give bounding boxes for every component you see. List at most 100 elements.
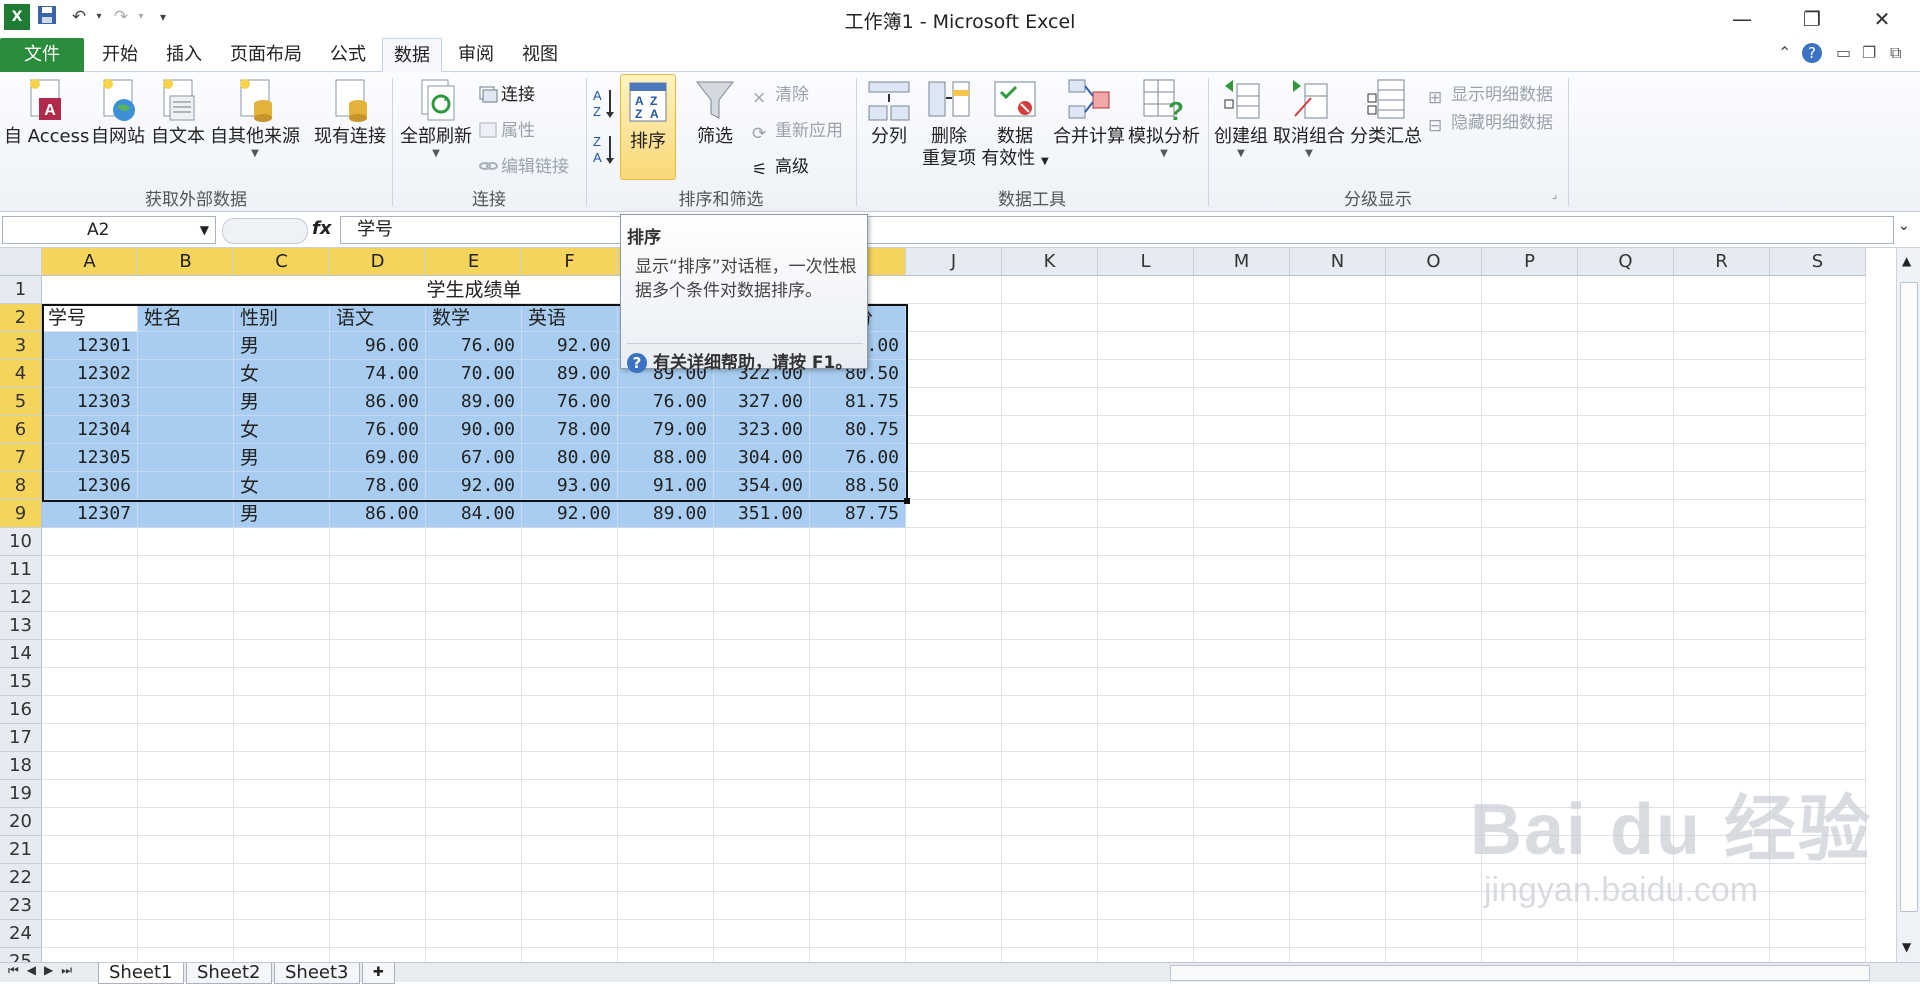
table-cell[interactable]: 88.00 xyxy=(618,444,714,472)
empty-cell[interactable] xyxy=(138,808,234,836)
empty-cell[interactable] xyxy=(714,556,810,584)
empty-cell[interactable] xyxy=(714,752,810,780)
empty-cell[interactable] xyxy=(714,836,810,864)
empty-cell[interactable] xyxy=(1098,920,1194,948)
empty-cell[interactable] xyxy=(234,640,330,668)
data-validation-button[interactable]: 数据 有效性 ▼ xyxy=(980,76,1050,173)
table-cell[interactable]: 89.00 xyxy=(426,388,522,416)
table-cell[interactable]: 351.00 xyxy=(714,500,810,528)
table-cell[interactable]: 78.00 xyxy=(330,472,426,500)
table-cell[interactable]: 76.00 xyxy=(618,388,714,416)
empty-cell[interactable] xyxy=(1290,612,1386,640)
empty-cell[interactable] xyxy=(1674,304,1770,332)
empty-cell[interactable] xyxy=(426,696,522,724)
empty-cell[interactable] xyxy=(1194,416,1290,444)
table-cell[interactable] xyxy=(138,472,234,500)
empty-cell[interactable] xyxy=(906,780,1002,808)
empty-cell[interactable] xyxy=(1386,276,1482,304)
column-header-j[interactable]: J xyxy=(906,248,1002,276)
text-to-columns-button[interactable]: 分列 xyxy=(862,76,916,148)
empty-cell[interactable] xyxy=(42,556,138,584)
empty-cell[interactable] xyxy=(1674,332,1770,360)
empty-cell[interactable] xyxy=(1482,276,1578,304)
empty-cell[interactable] xyxy=(522,808,618,836)
empty-cell[interactable] xyxy=(234,752,330,780)
empty-cell[interactable] xyxy=(1098,416,1194,444)
empty-cell[interactable] xyxy=(426,752,522,780)
table-cell[interactable]: 男 xyxy=(234,332,330,360)
what-if-analysis-button[interactable]: ? 模拟分析 ▼ xyxy=(1126,76,1202,160)
empty-cell[interactable] xyxy=(810,640,906,668)
empty-cell[interactable] xyxy=(906,388,1002,416)
empty-cell[interactable] xyxy=(1578,668,1674,696)
table-cell[interactable]: 89.00 xyxy=(618,500,714,528)
empty-cell[interactable] xyxy=(330,696,426,724)
empty-cell[interactable] xyxy=(1578,416,1674,444)
empty-cell[interactable] xyxy=(1098,528,1194,556)
empty-cell[interactable] xyxy=(1770,416,1866,444)
empty-cell[interactable] xyxy=(234,864,330,892)
empty-cell[interactable] xyxy=(1578,444,1674,472)
empty-cell[interactable] xyxy=(1674,276,1770,304)
empty-cell[interactable] xyxy=(1578,360,1674,388)
empty-cell[interactable] xyxy=(906,724,1002,752)
select-all-corner[interactable] xyxy=(0,248,42,276)
empty-cell[interactable] xyxy=(1386,304,1482,332)
empty-cell[interactable] xyxy=(618,724,714,752)
table-cell[interactable]: 90.00 xyxy=(426,416,522,444)
empty-cell[interactable] xyxy=(1770,724,1866,752)
empty-cell[interactable] xyxy=(1098,332,1194,360)
empty-cell[interactable] xyxy=(810,864,906,892)
table-cell[interactable]: 76.00 xyxy=(810,444,906,472)
empty-cell[interactable] xyxy=(1386,612,1482,640)
empty-cell[interactable] xyxy=(1290,500,1386,528)
empty-cell[interactable] xyxy=(1674,724,1770,752)
empty-cell[interactable] xyxy=(1386,696,1482,724)
empty-cell[interactable] xyxy=(1674,360,1770,388)
empty-cell[interactable] xyxy=(1002,836,1098,864)
row-header-20[interactable]: 20 xyxy=(0,808,42,836)
empty-cell[interactable] xyxy=(1002,444,1098,472)
table-cell[interactable]: 323.00 xyxy=(714,416,810,444)
empty-cell[interactable] xyxy=(234,584,330,612)
empty-cell[interactable] xyxy=(1194,808,1290,836)
edit-links-button[interactable]: 编辑链接 xyxy=(478,152,569,177)
empty-cell[interactable] xyxy=(618,668,714,696)
row-header-1[interactable]: 1 xyxy=(0,276,42,304)
empty-cell[interactable] xyxy=(1002,780,1098,808)
column-header-f[interactable]: F xyxy=(522,248,618,276)
empty-cell[interactable] xyxy=(426,612,522,640)
from-web-button[interactable]: 自网站 xyxy=(90,76,146,148)
table-cell[interactable] xyxy=(138,444,234,472)
empty-cell[interactable] xyxy=(810,780,906,808)
empty-cell[interactable] xyxy=(1770,360,1866,388)
empty-cell[interactable] xyxy=(1098,360,1194,388)
group-button[interactable]: 创建组 ▼ xyxy=(1212,76,1270,160)
minimize-ribbon-icon[interactable]: ⌃ xyxy=(1778,43,1791,62)
empty-cell[interactable] xyxy=(618,528,714,556)
hide-detail-button[interactable]: ⊟ 隐藏明细数据 xyxy=(1428,108,1553,136)
empty-cell[interactable] xyxy=(1770,584,1866,612)
empty-cell[interactable] xyxy=(906,416,1002,444)
empty-cell[interactable] xyxy=(1770,472,1866,500)
empty-cell[interactable] xyxy=(1002,668,1098,696)
table-cell[interactable]: 学号 xyxy=(42,304,138,332)
workbook-minimize-icon[interactable]: ▭ xyxy=(1836,43,1851,62)
empty-cell[interactable] xyxy=(42,752,138,780)
table-cell[interactable]: 78.00 xyxy=(522,416,618,444)
empty-cell[interactable] xyxy=(42,528,138,556)
empty-cell[interactable] xyxy=(522,752,618,780)
empty-cell[interactable] xyxy=(1002,892,1098,920)
empty-cell[interactable] xyxy=(1770,612,1866,640)
empty-cell[interactable] xyxy=(714,724,810,752)
empty-cell[interactable] xyxy=(522,556,618,584)
empty-cell[interactable] xyxy=(1482,360,1578,388)
empty-cell[interactable] xyxy=(330,892,426,920)
empty-cell[interactable] xyxy=(1194,752,1290,780)
table-cell[interactable]: 89.00 xyxy=(522,360,618,388)
empty-cell[interactable] xyxy=(906,444,1002,472)
empty-cell[interactable] xyxy=(1290,388,1386,416)
empty-cell[interactable] xyxy=(618,864,714,892)
column-header-l[interactable]: L xyxy=(1098,248,1194,276)
empty-cell[interactable] xyxy=(426,836,522,864)
